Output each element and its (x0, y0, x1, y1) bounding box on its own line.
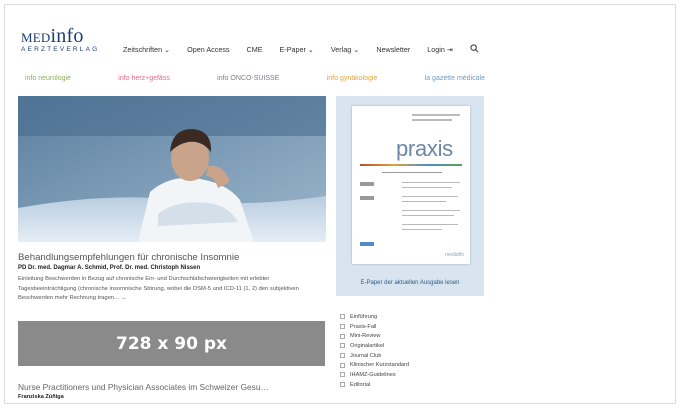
checkbox-icon[interactable] (340, 382, 345, 388)
category-item[interactable]: Klinischer Kurzstandard (340, 360, 409, 370)
partner-logo-herz-gefaess[interactable]: info herz+gefäss (118, 75, 170, 82)
checkbox-icon[interactable] (340, 324, 345, 330)
cover-text-line (402, 229, 442, 230)
article2-teaser-faded (18, 403, 278, 404)
partner-logo-gazette-medicale[interactable]: la gazette médicale (425, 75, 485, 82)
cover-text-line (402, 215, 454, 216)
category-item[interactable]: Praxis-Fall (340, 322, 409, 332)
cover-text-line (382, 172, 442, 173)
checkbox-icon[interactable] (340, 314, 345, 320)
cover-text-line (402, 210, 460, 211)
epaper-box[interactable]: praxis mediaflo E-Paper der aktuellen Au… (336, 96, 484, 296)
nav-zeitschriften[interactable]: Zeitschriften ⌄ (123, 45, 170, 54)
cover-text-line (412, 114, 460, 116)
nav-open-access[interactable]: Open Access (187, 45, 229, 54)
cover-text-line (402, 224, 458, 225)
category-item[interactable]: Mini-Review (340, 331, 409, 341)
cover-label-block (360, 182, 374, 186)
category-item[interactable]: IHAMZ-Guidelines (340, 370, 409, 380)
partner-logo-gynaekologie[interactable]: info gynäkologie (327, 75, 378, 82)
article-teaser: Einleitung Beschwerden in Bezug auf chro… (18, 276, 299, 302)
partner-logo-onco-suisse[interactable]: info ONCO-SUISSE (217, 75, 279, 82)
category-item[interactable]: Editorial (340, 380, 409, 390)
logo-subtitle: AERZTEVERLAG (21, 46, 100, 53)
ad-banner-placeholder[interactable]: 728 x 90 px (18, 321, 325, 366)
partner-journals-strip: info neurologie info herz+gefäss info ON… (25, 71, 485, 85)
cover-text-line (402, 182, 460, 183)
epaper-cover-image[interactable]: praxis mediaflo (352, 106, 470, 264)
cover-title: praxis (396, 136, 453, 161)
nav-verlag[interactable]: Verlag ⌄ (331, 45, 359, 54)
cover-label-block (360, 242, 374, 246)
nav-login[interactable]: Login ⇥ (427, 45, 453, 54)
category-item[interactable]: Journal Club (340, 351, 409, 361)
search-icon[interactable] (470, 44, 479, 55)
page-frame: MEDinfo AERZTEVERLAG Zeitschriften ⌄ Ope… (4, 4, 676, 404)
site-logo[interactable]: MEDinfo AERZTEVERLAG (21, 25, 99, 53)
category-list: Einführung Praxis-Fall Mini-Review Origi… (340, 312, 409, 390)
cover-brand: mediaflo (445, 252, 464, 258)
category-item[interactable]: Originalartikel (340, 341, 409, 351)
cover-text-line (402, 187, 452, 188)
nav-cme[interactable]: CME (247, 45, 263, 54)
main-nav: Zeitschriften ⌄ Open Access CME E-Paper … (123, 44, 479, 55)
article-title[interactable]: Behandlungsempfehlungen für chronische I… (18, 252, 328, 263)
cover-label-block (360, 196, 374, 200)
cover-text-line (402, 201, 446, 202)
checkbox-icon[interactable] (340, 362, 345, 368)
article2-title[interactable]: Nurse Practitioners und Physician Associ… (18, 382, 318, 392)
checkbox-icon[interactable] (340, 353, 345, 359)
cover-text-line (402, 196, 458, 197)
logo-brand: MEDinfo (21, 25, 84, 47)
article2-author: Franziska Zúñiga (18, 394, 64, 400)
checkbox-icon[interactable] (340, 372, 345, 378)
article-hero-image[interactable] (18, 96, 326, 242)
checkbox-icon[interactable] (340, 333, 345, 339)
partner-logo-neurologie[interactable]: info neurologie (25, 75, 71, 82)
checkbox-icon[interactable] (340, 343, 345, 349)
category-item[interactable]: Einführung (340, 312, 409, 322)
article-authors: PD Dr. med. Dagmar A. Schmid, Prof. Dr. … (18, 265, 201, 271)
epaper-read-link[interactable]: E-Paper der aktuellen Ausgabe lesen (336, 280, 484, 286)
cover-text-line (412, 119, 452, 121)
nav-newsletter[interactable]: Newsletter (376, 45, 410, 54)
nav-e-paper[interactable]: E-Paper ⌄ (280, 45, 314, 54)
cover-color-stripe (360, 164, 462, 166)
